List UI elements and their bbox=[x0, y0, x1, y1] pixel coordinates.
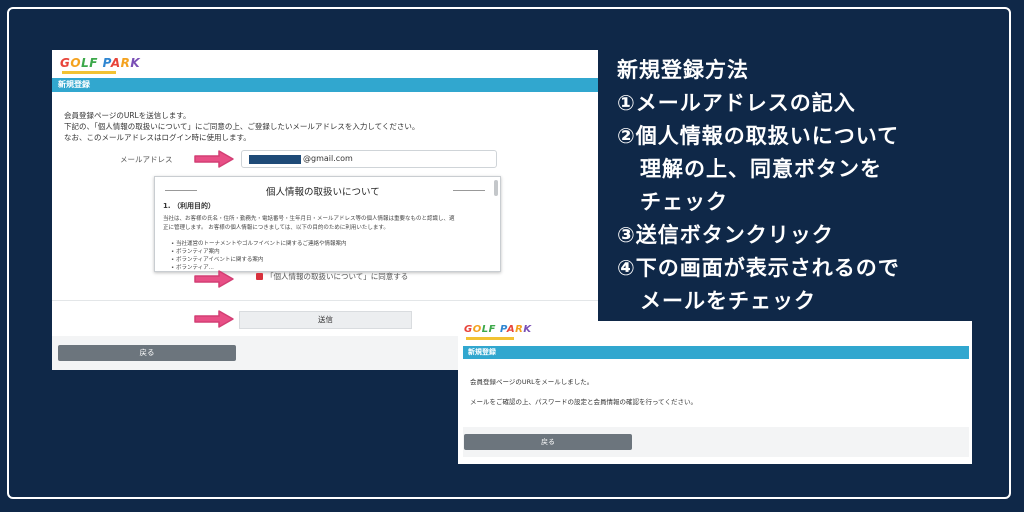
golf-park-logo: GOLF PARK bbox=[60, 56, 141, 70]
divider bbox=[52, 300, 598, 301]
privacy-list-item: • ボランティアイベントに関する案内 bbox=[171, 257, 264, 263]
arrow-to-submit-icon bbox=[194, 310, 234, 328]
privacy-scrollbar[interactable] bbox=[494, 180, 498, 196]
confirmation-screenshot: GOLF PARK 新規登録 会員登録ページのURLをメールしました。 メールを… bbox=[458, 321, 972, 464]
step-4-line-2: メールをチェック bbox=[640, 289, 816, 313]
intro-text-3: なお、このメールアドレスはログイン時に使用します。 bbox=[64, 133, 251, 142]
back-button[interactable]: 戻る bbox=[464, 434, 632, 450]
agree-label: 「個人情報の取扱いについて」に同意する bbox=[266, 272, 409, 281]
sent-message-1: 会員登録ページのURLをメールしました。 bbox=[470, 378, 594, 386]
privacy-section-heading: 1. （利用目的） bbox=[163, 202, 215, 210]
email-domain-value: @gmail.com bbox=[303, 154, 353, 163]
logo-underline bbox=[466, 337, 514, 340]
step-1: ①メールアドレスの記入 bbox=[617, 91, 856, 115]
title-rule-right bbox=[453, 190, 485, 191]
step-4-line-1: ④下の画面が表示されるので bbox=[617, 256, 900, 280]
privacy-policy-panel[interactable]: 個人情報の取扱いについて 1. （利用目的） 当社は、お客様の氏名・住所・勤務先… bbox=[154, 176, 501, 272]
section-title-bar: 新規登録 bbox=[463, 346, 969, 359]
email-label: メールアドレス bbox=[120, 155, 173, 164]
intro-text-1: 会員登録ページのURLを送信します。 bbox=[64, 111, 191, 120]
step-3: ③送信ボタンクリック bbox=[617, 223, 834, 247]
logo-underline bbox=[62, 71, 116, 74]
golf-park-logo: GOLF PARK bbox=[464, 324, 532, 335]
back-button[interactable]: 戻る bbox=[58, 345, 236, 361]
instructions-title: 新規登録方法 bbox=[617, 58, 749, 82]
email-input[interactable]: @gmail.com bbox=[241, 150, 497, 168]
section-title-bar: 新規登録 bbox=[52, 78, 598, 92]
privacy-list-item: • 当社運営のトーナメントやゴルフイベントに関するご連絡や情報案内 bbox=[171, 241, 347, 247]
submit-button[interactable]: 送信 bbox=[239, 311, 412, 329]
title-rule-left bbox=[165, 190, 197, 191]
step-2-line-1: ②個人情報の取扱いについて bbox=[617, 124, 900, 148]
privacy-title: 個人情報の取扱いについて bbox=[266, 187, 380, 198]
redacted-email-user bbox=[249, 155, 301, 164]
privacy-list-item: • ボランティア案内 bbox=[171, 249, 220, 255]
step-2-line-3: チェック bbox=[640, 190, 728, 214]
arrow-to-agree-icon bbox=[194, 270, 234, 288]
privacy-body-2: 正に管理します。 お客様の個人情報につきましては、以下の目的のために利用いたしま… bbox=[163, 225, 389, 231]
arrow-to-email-icon bbox=[194, 150, 234, 168]
step-2-line-2: 理解の上、同意ボタンを bbox=[640, 157, 882, 181]
privacy-body-1: 当社は、お客様の氏名・住所・勤務先・電話番号・生年月日・メールアドレス等の個人情… bbox=[163, 216, 455, 222]
intro-text-2: 下記の、「個人情報の取扱いについて」にご同意の上、ご登録したいメールアドレスを入… bbox=[64, 122, 420, 131]
sent-message-2: メールをご確認の上、パスワードの設定と会員情報の確認を行ってください。 bbox=[470, 398, 697, 406]
agree-checkbox[interactable] bbox=[256, 273, 263, 280]
